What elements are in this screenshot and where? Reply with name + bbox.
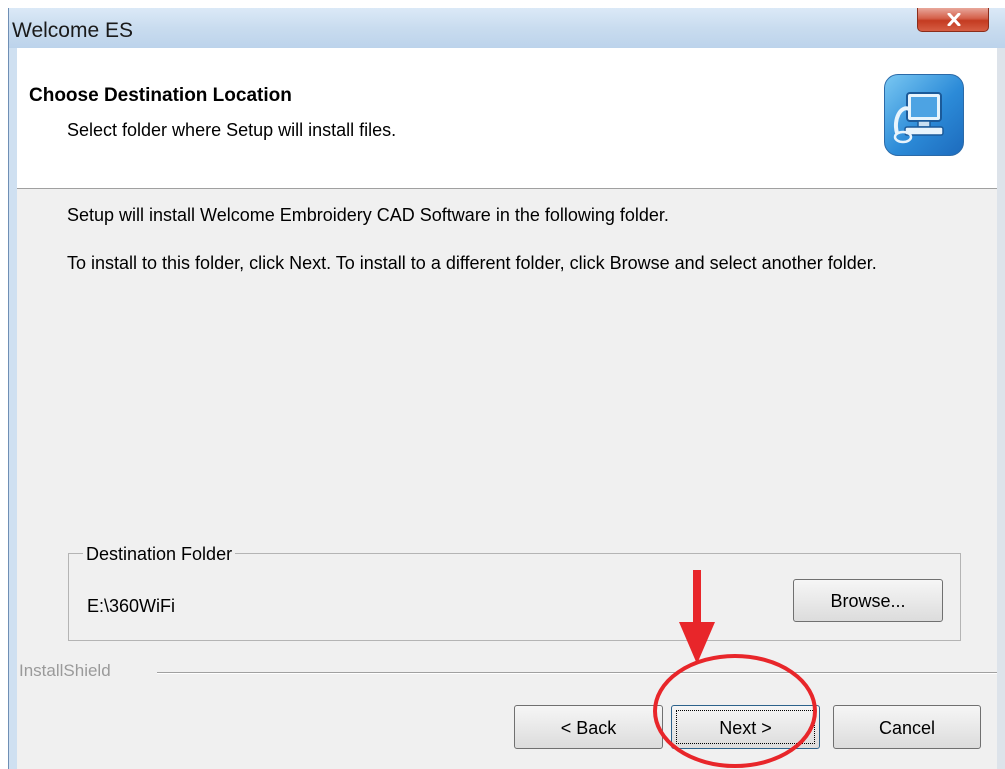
window-border-strip <box>997 48 1005 769</box>
back-button-label: < Back <box>560 718 617 738</box>
install-location-message: Setup will install Welcome Embroidery CA… <box>67 205 669 225</box>
page-title: Choose Destination Location <box>29 85 292 106</box>
destination-path: E:\360WiFi <box>87 596 176 616</box>
cancel-button-label: Cancel <box>878 718 936 738</box>
next-button[interactable]: Next > <box>671 705 820 749</box>
page-subtitle: Select folder where Setup will install f… <box>67 120 397 140</box>
setup-window: Welcome ES Choose Destination Location S… <box>8 8 1005 769</box>
close-button[interactable] <box>917 8 989 32</box>
title-bar[interactable]: Welcome ES <box>9 8 1005 48</box>
install-instructions-message: To install to this folder, click Next. T… <box>67 253 877 273</box>
installshield-brand: InstallShield <box>19 661 111 680</box>
wizard-body: Setup will install Welcome Embroidery CA… <box>17 189 997 769</box>
browse-button[interactable]: Browse... <box>793 579 943 622</box>
window-title: Welcome ES <box>12 19 133 42</box>
cancel-button[interactable]: Cancel <box>833 705 981 749</box>
computer-setup-icon <box>884 74 964 156</box>
browse-button-label: Browse... <box>830 591 906 611</box>
destination-folder-label: Destination Folder <box>83 544 236 565</box>
footer-divider <box>157 672 997 674</box>
back-button[interactable]: < Back <box>514 705 663 749</box>
wizard-header: Choose Destination Location Select folde… <box>17 48 997 189</box>
close-icon <box>947 13 961 26</box>
focus-ring <box>676 710 815 744</box>
